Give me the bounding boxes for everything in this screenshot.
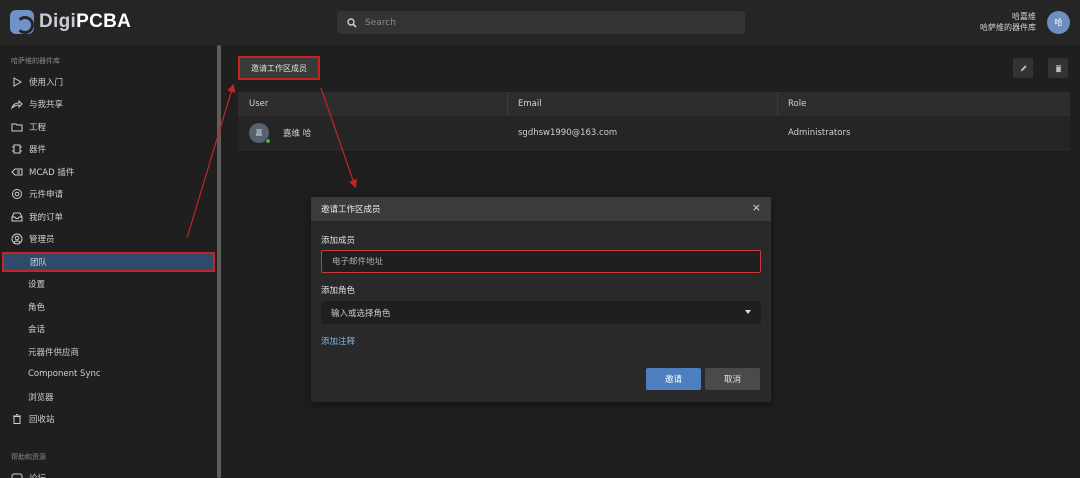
gear-request-icon [11,188,23,200]
sidebar: 哈萨维的器件库 使用入门 与我共享 工程 器件 MCAD 插件 元件申请 我的订… [0,45,216,478]
delete-button[interactable] [1048,58,1068,78]
sidebar-section-help: 帮助和资源 [11,453,46,461]
sidebar-item-label: 工程 [29,123,47,133]
online-status-dot [265,137,271,144]
trash-icon [1055,64,1061,72]
sidebar-subitem-settings[interactable]: 设置 [0,274,216,294]
sidebar-item-label: 器件 [29,145,47,155]
user-info[interactable]: 哈嘉维 哈萨维的器件库 [980,11,1036,33]
column-header-role[interactable]: Role [778,92,1070,116]
search-input[interactable] [365,17,725,28]
cell-role: Administrators [788,127,851,138]
play-triangle-icon [11,76,23,88]
folder-icon [11,121,23,133]
sidebar-subitem-component-sync[interactable]: Component Sync [0,364,216,384]
sidebar-subitem-sessions[interactable]: 会话 [0,319,216,339]
add-note-link[interactable]: 添加注释 [321,335,355,347]
add-member-label: 添加成员 [321,236,356,246]
sidebar-item-components[interactable]: 器件 [0,139,216,159]
role-select-placeholder: 输入或选择角色 [331,308,391,319]
sidebar-subitem-team[interactable]: 团队 [2,252,215,272]
column-header-user[interactable]: User [238,92,508,116]
app-logo[interactable]: DigiPCBA [10,10,131,34]
edit-button[interactable] [1013,58,1033,78]
sidebar-item-label: 与我共享 [29,100,64,110]
cell-email: sgdhsw1990@163.com [518,127,618,138]
member-avatar: 嘉 [249,122,271,144]
logo-text: DigiPCBA [39,11,132,32]
share-icon [11,98,23,110]
logo-icon [10,10,34,34]
members-table: User Email Role 嘉 嘉维 哈 sgdhsw1990@163.co… [238,92,1070,150]
search-icon [347,17,357,28]
user-icon [11,233,23,245]
top-bar: DigiPCBA 哈嘉维 哈萨维的器件库 哈 [0,0,1080,45]
sidebar-item-forum[interactable]: 论坛 [0,468,216,478]
email-field[interactable] [321,250,761,273]
user-name: 哈嘉维 [1012,12,1036,21]
sidebar-subitem-roles[interactable]: 角色 [0,297,216,317]
chip-icon [11,143,23,155]
sidebar-subitem-browser[interactable]: 浏览器 [0,387,216,407]
cell-user: 嘉 嘉维 哈 [238,116,508,149]
invite-member-button[interactable]: 邀请工作区成员 [238,56,320,80]
sidebar-item-component-request[interactable]: 元件申请 [0,184,216,204]
table-header: User Email Role [238,92,1070,116]
sidebar-item-label: 元件申请 [29,190,64,200]
chat-icon [11,472,23,478]
sidebar-item-label: 我的订单 [29,213,64,223]
sidebar-item-getting-started[interactable]: 使用入门 [0,72,216,92]
cancel-button[interactable]: 取消 [705,368,760,390]
user-avatar[interactable]: 哈 [1047,11,1070,34]
sidebar-item-label: 管理员 [29,235,55,245]
sidebar-subitem-suppliers[interactable]: 元器件供应商 [0,342,216,362]
sidebar-item-admin[interactable]: 管理员 [0,229,216,249]
table-row[interactable]: 嘉 嘉维 哈 sgdhsw1990@163.com Administrators [238,116,1070,150]
invite-button[interactable]: 邀请 [646,368,701,390]
invite-dialog: 邀请工作区成员 × 添加成员 添加角色 输入或选择角色 添加注释 邀请 取消 [311,197,771,402]
sidebar-item-label: 使用入门 [29,78,64,88]
column-header-email[interactable]: Email [508,92,778,116]
sidebar-item-mcad-plugin[interactable]: MCAD 插件 [0,162,216,182]
add-role-label: 添加角色 [321,286,356,296]
sidebar-item-orders[interactable]: 我的订单 [0,207,216,227]
sidebar-item-shared[interactable]: 与我共享 [0,94,216,114]
search-bar[interactable] [337,11,745,34]
sidebar-section-title: 哈萨维的器件库 [11,57,60,65]
sidebar-item-label: MCAD 插件 [29,168,75,178]
close-icon[interactable]: × [752,202,761,214]
member-name: 嘉维 哈 [283,128,312,139]
email-input[interactable] [332,256,752,267]
sidebar-item-recycle-bin[interactable]: 回收站 [0,409,216,429]
caret-down-icon [745,310,751,314]
dialog-title: 邀请工作区成员 [321,205,381,215]
user-library: 哈萨维的器件库 [980,23,1036,32]
sidebar-item-label: 论坛 [29,472,46,478]
dialog-header: 邀请工作区成员 × [311,197,771,221]
plugin-icon [11,166,23,178]
sidebar-item-label: 回收站 [29,415,55,425]
trash-icon [11,413,23,425]
sidebar-scrollbar[interactable] [217,45,221,478]
sidebar-item-projects[interactable]: 工程 [0,117,216,137]
role-select[interactable]: 输入或选择角色 [321,301,761,324]
inbox-icon [11,211,23,223]
pencil-icon [1020,64,1027,71]
